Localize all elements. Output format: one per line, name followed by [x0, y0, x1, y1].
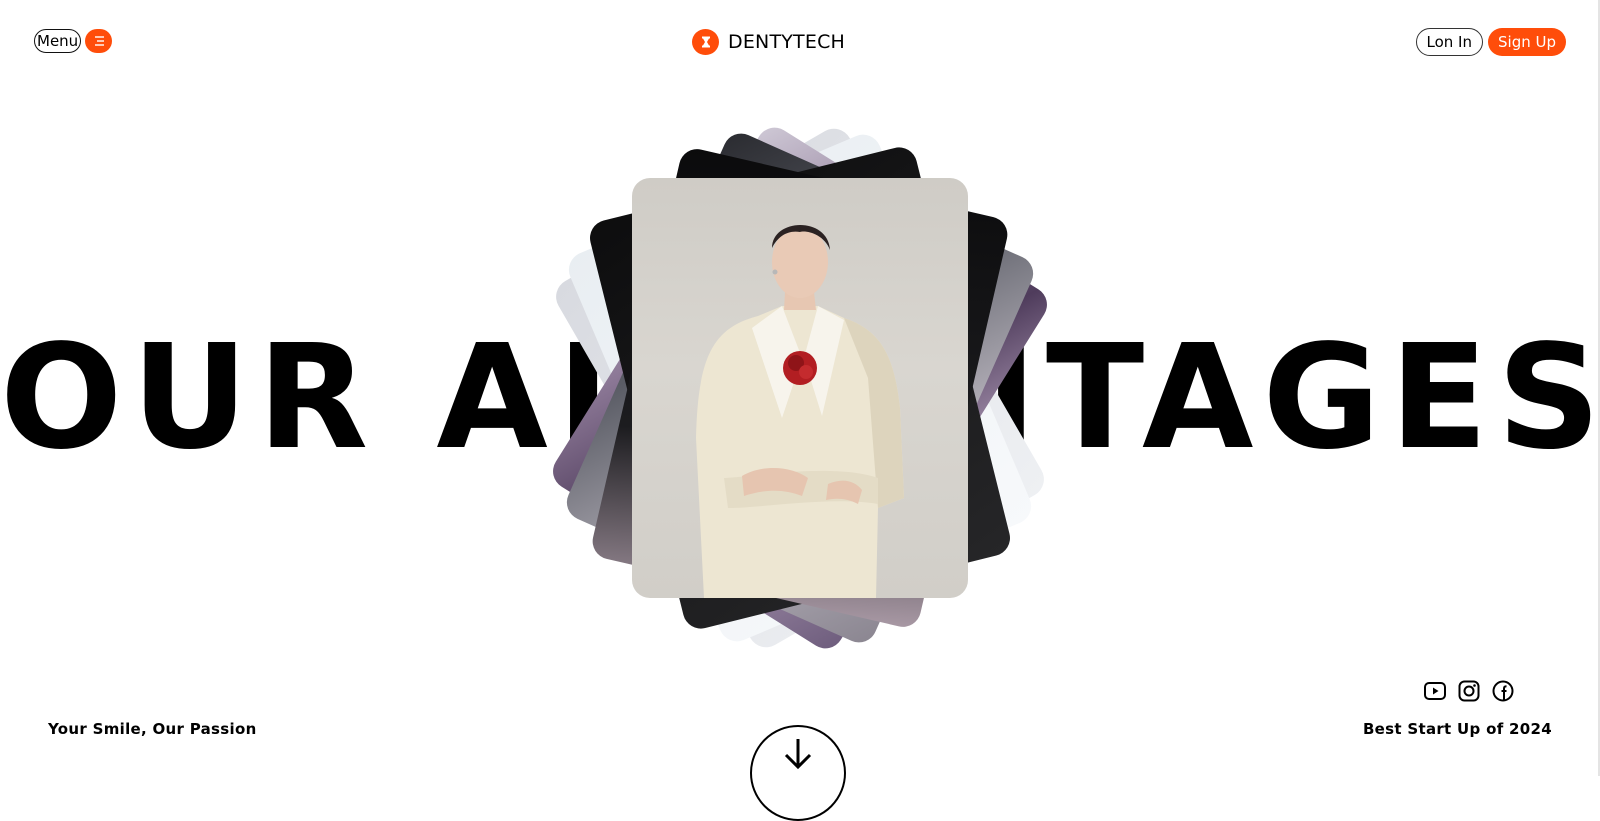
signup-button[interactable]: Sign Up — [1488, 28, 1566, 56]
instagram-icon[interactable] — [1457, 679, 1481, 703]
photo-stack[interactable] — [546, 120, 1054, 656]
hamburger-icon — [94, 36, 104, 46]
arrow-down-icon — [784, 739, 812, 770]
menu-label: Menu — [37, 32, 79, 50]
social-links — [1423, 679, 1515, 703]
brand-name: DENTYTECH — [728, 31, 846, 53]
tagline-left: Your Smile, Our Passion — [48, 720, 257, 738]
scroll-down-button[interactable] — [750, 725, 846, 821]
menu-toggle-button[interactable] — [85, 29, 113, 53]
menu-button[interactable]: Menu — [34, 29, 82, 53]
auth-buttons: Lon In Sign Up — [1415, 28, 1566, 56]
woman-in-cream-suit-photo — [632, 178, 968, 598]
facebook-icon[interactable] — [1491, 679, 1515, 703]
tagline-right: Best Start Up of 2024 — [1362, 720, 1552, 738]
tooth-logo-icon — [692, 29, 719, 55]
brand-logo[interactable]: DENTYTECH — [692, 29, 845, 55]
menu-group: Menu — [34, 29, 113, 53]
login-button[interactable]: Lon In — [1415, 28, 1483, 56]
youtube-icon[interactable] — [1423, 679, 1447, 703]
